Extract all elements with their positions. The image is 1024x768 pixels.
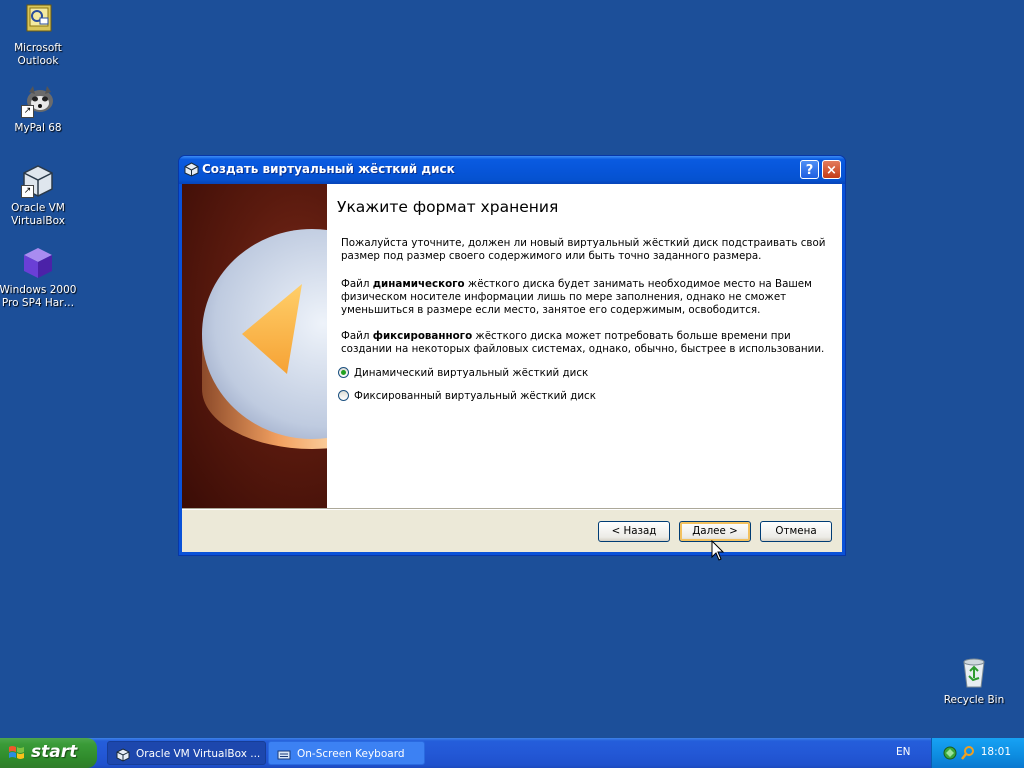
dialog-client: Укажите формат хранения Пожалуйста уточн…	[182, 184, 842, 552]
shortcut-arrow-icon: ↗	[21, 185, 34, 198]
dynamic-description: Файл динамического жёсткого диска будет …	[341, 278, 831, 317]
dialog-title: Создать виртуальный жёсткий диск	[202, 162, 455, 176]
bold-term: фиксированного	[372, 330, 473, 342]
taskbar-item-keyboard[interactable]: On-Screen Keyboard	[268, 741, 425, 765]
desktop-icon-label: Recycle Bin	[943, 694, 1005, 706]
start-label: start	[31, 742, 78, 762]
language-indicator[interactable]: EN	[896, 746, 911, 758]
desktop-icon-virtualbox[interactable]: ↗ Oracle VM VirtualBox	[0, 164, 80, 228]
back-button[interactable]: < Назад	[598, 521, 670, 542]
wizard-content: Укажите формат хранения Пожалуйста уточн…	[327, 184, 842, 508]
radio-label: Фиксированный виртуальный жёсткий диск	[354, 390, 596, 402]
virtualbox-icon: ↗	[21, 164, 55, 198]
desktop-icon-label: Microsoft Outlook	[14, 42, 62, 67]
radio-dynamic-disk[interactable]: Динамический виртуальный жёсткий диск	[338, 366, 588, 382]
mouse-cursor-icon	[711, 539, 725, 562]
desktop-icon-recycle-bin[interactable]: Recycle Bin	[932, 656, 1016, 707]
desktop-icon-label: Windows 2000 Pro SP4 Har…	[0, 284, 77, 309]
close-button[interactable]: ×	[822, 160, 841, 179]
keyboard-icon	[277, 747, 291, 761]
radio-button-checked-icon[interactable]	[338, 367, 349, 378]
desktop-icon-label: Oracle VM VirtualBox	[11, 202, 65, 227]
divider	[182, 508, 842, 510]
start-button[interactable]: start	[0, 738, 97, 768]
desktop-icon-mypal[interactable]: ↗ MyPal 68	[0, 84, 80, 135]
wizard-disk-image	[182, 184, 327, 508]
taskbar-item-label: Oracle VM VirtualBox ...	[136, 748, 261, 760]
shortcut-arrow-icon: ↗	[21, 105, 34, 118]
desktop-icon-label: MyPal 68	[14, 122, 62, 134]
recycle-bin-icon	[957, 656, 991, 690]
network-icon[interactable]	[942, 745, 958, 761]
taskbar-item-label: On-Screen Keyboard	[297, 748, 405, 760]
help-button[interactable]: ?	[800, 160, 819, 179]
taskbar-item-virtualbox[interactable]: Oracle VM VirtualBox ...	[107, 741, 266, 765]
mypal-icon: ↗	[21, 84, 55, 118]
outlook-icon	[21, 4, 55, 38]
windows-logo-icon	[8, 745, 25, 761]
bold-term: динамического	[372, 278, 465, 290]
desktop-icon-win2000[interactable]: Windows 2000 Pro SP4 Har…	[0, 246, 80, 310]
vm-box-icon	[21, 246, 55, 280]
desktop-icon-outlook[interactable]: Microsoft Outlook	[0, 4, 80, 68]
description-paragraph: Пожалуйста уточните, должен ли новый вир…	[341, 237, 826, 262]
radio-label: Динамический виртуальный жёсткий диск	[354, 367, 589, 379]
next-button[interactable]: Далее >	[679, 521, 751, 542]
cancel-button[interactable]: Отмена	[760, 521, 832, 542]
clock[interactable]: 18:01	[981, 746, 1011, 758]
text-fragment: Файл	[341, 278, 373, 290]
search-icon[interactable]	[960, 745, 976, 761]
create-virtual-disk-dialog: Создать виртуальный жёсткий диск ? × Ука…	[178, 155, 846, 556]
taskbar: start Oracle VM VirtualBox ... On-Screen…	[0, 738, 1024, 768]
radio-fixed-disk[interactable]: Фиксированный виртуальный жёсткий диск	[338, 389, 596, 405]
virtualbox-icon	[184, 162, 199, 177]
text-fragment: Файл	[341, 330, 373, 342]
virtualbox-icon	[116, 747, 130, 762]
fixed-description: Файл фиксированного жёсткого диска может…	[341, 330, 831, 356]
page-heading: Укажите формат хранения	[337, 198, 559, 216]
radio-button-icon[interactable]	[338, 390, 349, 401]
system-tray: 18:01	[931, 738, 1024, 768]
dialog-titlebar[interactable]: Создать виртуальный жёсткий диск ? ×	[179, 156, 845, 184]
